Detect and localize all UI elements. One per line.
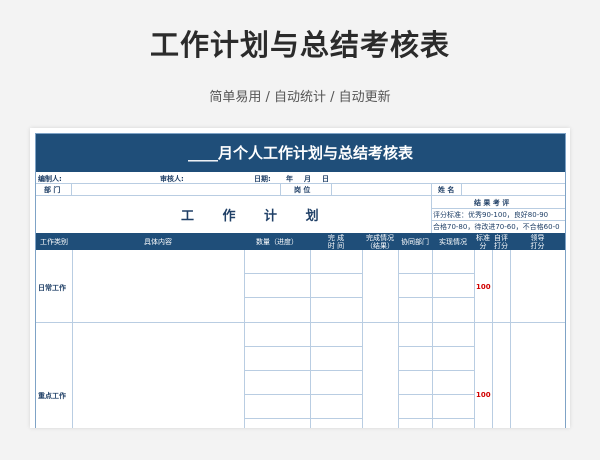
col-standard: 标准 分	[476, 234, 490, 250]
row-standard-score-daily: 100	[476, 283, 491, 291]
position-label: 岗 位	[294, 186, 311, 194]
assessment-title: 结 果 考 评	[474, 199, 510, 207]
sheet-banner-title: ____月个人工作计划与总结考核表	[36, 134, 565, 172]
table-header-row: 工作类别 具体内容 数量（进度） 完 成 时 间 完成情况 （结果） 协同部门 …	[36, 233, 565, 250]
col-complete-status: 完成情况 （结果）	[366, 234, 394, 250]
col-dept-coop: 协同部门	[401, 238, 429, 246]
spreadsheet-preview: ____月个人工作计划与总结考核表 编制人: 审核人: 日期: 年 月 日 部 …	[30, 128, 570, 428]
scoring-standard-line-1: 评分标准：优秀90-100，良好80-90	[433, 211, 549, 219]
row-category-daily: 日常工作	[38, 284, 66, 292]
row-standard-score-key: 100	[476, 391, 491, 399]
work-plan-section-title: 工 作 计 划	[181, 209, 331, 224]
col-actual: 实现情况	[439, 238, 467, 246]
col-complete-time: 完 成 时 间	[327, 234, 345, 250]
col-self-score: 自评 打分	[494, 234, 508, 250]
sheet-frame: ____月个人工作计划与总结考核表 编制人: 审核人: 日期: 年 月 日 部 …	[35, 133, 566, 428]
col-quantity: 数量（进度）	[256, 238, 298, 246]
col-content: 具体内容	[144, 238, 172, 246]
hero-title: 工作计划与总结考核表	[149, 28, 450, 62]
col-leader-score: 领导 打分	[530, 234, 545, 250]
hero-subtitle: 简单易用 / 自动统计 / 自动更新	[209, 90, 391, 105]
scoring-standard-line-2: 合格70-80，待改进70-60，不合格60-0	[433, 223, 560, 231]
col-category: 工作类别	[40, 238, 68, 246]
row-category-key: 重点工作	[38, 392, 66, 400]
dept-label: 部 门	[44, 186, 61, 194]
name-label: 姓 名	[438, 186, 455, 194]
